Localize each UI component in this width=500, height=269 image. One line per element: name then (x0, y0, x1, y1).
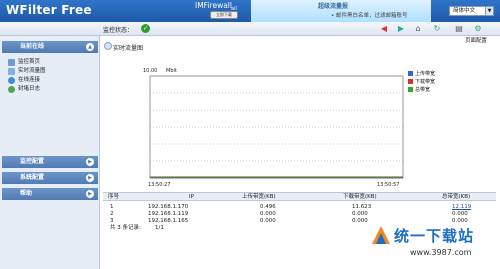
sidebar-section-online[interactable]: 当前在线 ▲ (2, 41, 98, 53)
back-icon[interactable]: ◀ (379, 24, 389, 34)
app-title: WFilter Free (6, 3, 92, 17)
sidebar-item-label: 封堵日志 (18, 86, 41, 92)
monitor-icon (8, 58, 15, 66)
refresh-icon[interactable]: ↻ (432, 24, 442, 34)
status-label: 监控状态： (103, 27, 134, 34)
ad-banner[interactable]: 超级流量报 • 邮件黑白名单，过滤邮箱账号 (251, 0, 431, 22)
x-axis-end-label: 13:50:57 (377, 182, 399, 188)
language-select[interactable]: 简体中文 ▼ (449, 6, 494, 16)
ad-brand: IMFirewall (195, 1, 232, 10)
ad-subtitle: • 邮件黑白名单，过滤邮箱账号 (331, 13, 408, 19)
chevron-up-icon[interactable]: ▲ (86, 43, 94, 51)
sidebar-item-monitor-home[interactable]: 监控首页 (8, 58, 40, 66)
sidebar-item-realtime-chart[interactable]: 实时流量图 (8, 67, 46, 75)
page-title: 实时流量图 (113, 45, 144, 52)
sidebar-item-label: 监控首页 (18, 59, 41, 65)
sidebar-section-label: 监控配置 (20, 158, 45, 165)
column-header-total[interactable]: 总带宽(KB) (442, 193, 470, 202)
watermark-url: www.3987.com (410, 248, 472, 257)
chart-series (150, 176, 403, 179)
chevron-right-icon[interactable]: ▶ (86, 174, 94, 182)
column-header-ip[interactable]: IP (189, 193, 194, 202)
traffic-chart: 10.00 Mbit 13:50:27 13:50:57 (143, 68, 404, 188)
ad-title: 超级流量报 (318, 3, 349, 10)
forward-icon[interactable]: ▶ (396, 24, 406, 34)
legend-label: 下载带宽 (415, 79, 436, 85)
column-header-upload[interactable]: 上传带宽(KB) (242, 193, 276, 202)
legend-item-download: 下载带宽 (408, 78, 435, 85)
sidebar: 当前在线 ▲ 监控首页 实时流量图 在线连接 封堵日志 监控配置 ▶ 系统配置 … (0, 36, 100, 269)
summary-pages: 1/1 (155, 225, 164, 231)
sidebar-section-label: 当前在线 (20, 43, 45, 50)
legend-swatch (408, 71, 413, 76)
sidebar-item-block-log[interactable]: 封堵日志 (8, 85, 40, 93)
sidebar-section-help[interactable]: 帮助 ▶ (2, 188, 98, 200)
chart-icon (104, 42, 112, 50)
ad-download-button[interactable]: 立即下载 (210, 11, 238, 19)
globe-icon (8, 76, 15, 84)
log-icon (8, 85, 15, 93)
chart-icon (8, 67, 15, 75)
x-axis-start-label: 13:50:27 (148, 182, 170, 188)
chart-grid (149, 75, 404, 179)
chevron-right-icon[interactable]: ▶ (86, 158, 94, 166)
sidebar-item-connections[interactable]: 在线连接 (8, 76, 40, 84)
chevron-down-icon[interactable]: ▼ (485, 7, 493, 15)
legend-item-upload: 上传带宽 (408, 70, 435, 77)
legend-label: 总带宽 (415, 87, 431, 93)
check-icon: ✓ (141, 24, 150, 33)
sidebar-item-label: 在线连接 (18, 77, 41, 83)
settings-icon[interactable]: ⚙ (473, 24, 483, 34)
top-bar: WFilter Free 超级流量报 • 邮件黑白名单，过滤邮箱账号 IMFir… (0, 0, 500, 22)
sidebar-section-system-config[interactable]: 系统配置 ▶ (2, 172, 98, 184)
legend-swatch (408, 87, 413, 92)
logo-icon (372, 226, 390, 244)
watermark-text: 统一下载站 (394, 227, 475, 245)
home-icon[interactable]: ⌂ (413, 24, 423, 34)
chevron-right-icon[interactable]: ▶ (86, 190, 94, 198)
sidebar-section-label: 帮助 (20, 190, 33, 197)
table-header: 序号 IP 上传带宽(KB) 下载带宽(KB) 总带宽(KB) (103, 192, 496, 201)
y-axis-unit-label: Mbit (166, 68, 177, 74)
legend-label: 上传带宽 (415, 71, 436, 77)
print-icon[interactable]: ▤ (454, 24, 464, 34)
language-value: 简体中文 (453, 8, 476, 14)
ad-extra: all (231, 6, 237, 12)
y-axis-top-label: 10.00 (143, 68, 157, 74)
column-header-index[interactable]: 序号 (108, 193, 119, 202)
toolbar: 监控状态： ✓ ◀ ▶ ⌂ ↻ ▤ ⚙ (0, 22, 500, 36)
column-header-download[interactable]: 下载带宽(KB) (343, 193, 377, 202)
sidebar-section-label: 系统配置 (20, 174, 45, 181)
legend-swatch (408, 79, 413, 84)
summary-label: 共 3 条记录: (110, 225, 141, 231)
sidebar-item-label: 实时流量图 (18, 68, 46, 74)
sidebar-section-monitor-config[interactable]: 监控配置 ▶ (2, 156, 98, 168)
site-watermark: 统一下载站 www.3987.com (370, 222, 500, 269)
legend-item-total: 总带宽 (408, 86, 430, 93)
